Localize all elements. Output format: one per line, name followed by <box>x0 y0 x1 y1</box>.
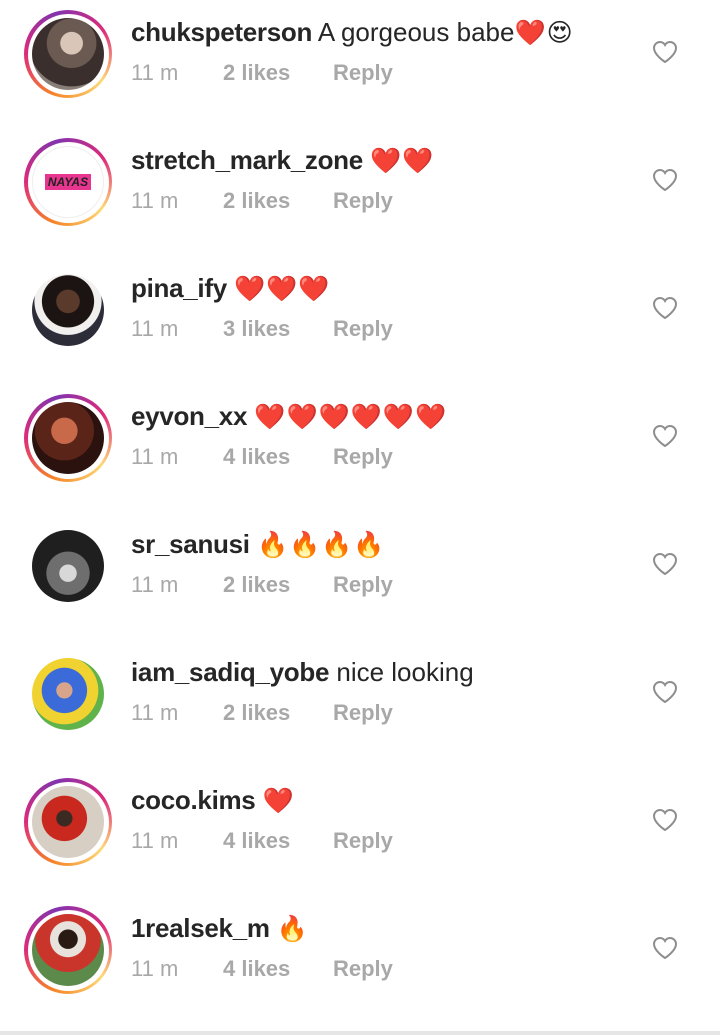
avatar[interactable]: NAYAS <box>32 146 104 218</box>
comment-likes[interactable]: 4 likes <box>223 828 333 854</box>
comment-item: iam_sadiq_yobe nice looking 11 m 2 likes… <box>0 640 720 768</box>
comment-time: 11 m <box>131 956 179 981</box>
comment-username[interactable]: eyvon_xx <box>131 401 247 431</box>
avatar[interactable] <box>32 274 104 346</box>
heart-outline-icon[interactable] <box>652 296 678 320</box>
heart-outline-icon[interactable] <box>652 424 678 448</box>
avatar[interactable] <box>32 18 104 90</box>
comment-likes[interactable]: 2 likes <box>223 188 333 214</box>
comment-emojis: 🔥 <box>276 915 310 943</box>
story-ring[interactable] <box>24 10 112 98</box>
comment-text: A gorgeous babe <box>317 17 515 47</box>
comment-text: nice looking <box>336 657 474 687</box>
comment-username[interactable]: 1realsek_m <box>131 913 270 943</box>
comment-time: 11 m <box>131 700 179 725</box>
comment-likes[interactable]: 3 likes <box>223 316 333 342</box>
avatar[interactable] <box>32 658 104 730</box>
heart-outline-icon[interactable] <box>652 808 678 832</box>
reply-button[interactable]: Reply <box>333 572 393 598</box>
comment-item: pina_ify ❤️❤️❤️ 11 m 3 likes Reply <box>0 256 720 384</box>
comment-item: 1realsek_m 🔥 11 m 4 likes Reply <box>0 896 720 1024</box>
reply-button[interactable]: Reply <box>333 956 393 982</box>
reply-button[interactable]: Reply <box>333 188 393 214</box>
comment-username[interactable]: stretch_mark_zone <box>131 145 363 175</box>
story-ring[interactable] <box>24 778 112 866</box>
heart-outline-icon[interactable] <box>652 168 678 192</box>
comment-time: 11 m <box>131 60 179 85</box>
heart-outline-icon[interactable] <box>652 552 678 576</box>
avatar[interactable] <box>32 530 104 602</box>
comment-likes[interactable]: 2 likes <box>223 60 333 86</box>
avatar[interactable] <box>32 786 104 858</box>
comment-item: chukspeterson A gorgeous babe❤️😍 11 m 2 … <box>0 0 720 128</box>
avatar[interactable] <box>32 402 104 474</box>
comment-list: chukspeterson A gorgeous babe❤️😍 11 m 2 … <box>0 0 720 1024</box>
comment-time: 11 m <box>131 828 179 853</box>
comment-emojis: ❤️❤️❤️❤️❤️❤️ <box>254 403 448 431</box>
comment-likes[interactable]: 2 likes <box>223 572 333 598</box>
comment-item: eyvon_xx ❤️❤️❤️❤️❤️❤️ 11 m 4 likes Reply <box>0 384 720 512</box>
story-ring[interactable] <box>24 906 112 994</box>
comment-time: 11 m <box>131 444 179 469</box>
comment-item: sr_sanusi 🔥🔥🔥🔥 11 m 2 likes Reply <box>0 512 720 640</box>
comment-username[interactable]: iam_sadiq_yobe <box>131 657 329 687</box>
comment-emojis: ❤️😍 <box>514 19 574 47</box>
heart-outline-icon[interactable] <box>652 680 678 704</box>
comment-time: 11 m <box>131 188 179 213</box>
bottom-divider <box>0 1031 720 1035</box>
avatar[interactable] <box>32 914 104 986</box>
comment-emojis: ❤️❤️❤️ <box>234 275 331 303</box>
comment-time: 11 m <box>131 316 179 341</box>
story-ring[interactable]: NAYAS <box>24 138 112 226</box>
comment-likes[interactable]: 4 likes <box>223 956 333 982</box>
reply-button[interactable]: Reply <box>333 444 393 470</box>
avatar-logo-text: NAYAS <box>44 174 92 190</box>
comment-likes[interactable]: 4 likes <box>223 444 333 470</box>
comment-time: 11 m <box>131 572 179 597</box>
comment-item: NAYAS stretch_mark_zone ❤️❤️ 11 m 2 like… <box>0 128 720 256</box>
heart-outline-icon[interactable] <box>652 936 678 960</box>
comment-username[interactable]: coco.kims <box>131 785 256 815</box>
reply-button[interactable]: Reply <box>333 700 393 726</box>
reply-button[interactable]: Reply <box>333 316 393 342</box>
heart-outline-icon[interactable] <box>652 40 678 64</box>
comment-emojis: ❤️ <box>262 787 295 815</box>
comment-emojis: ❤️❤️ <box>370 147 435 175</box>
comment-username[interactable]: sr_sanusi <box>131 529 250 559</box>
reply-button[interactable]: Reply <box>333 828 393 854</box>
comment-emojis: 🔥🔥🔥🔥 <box>256 531 386 559</box>
story-ring[interactable] <box>24 394 112 482</box>
comment-item: coco.kims ❤️ 11 m 4 likes Reply <box>0 768 720 896</box>
comment-username[interactable]: chukspeterson <box>131 17 312 47</box>
comment-username[interactable]: pina_ify <box>131 273 227 303</box>
comment-likes[interactable]: 2 likes <box>223 700 333 726</box>
reply-button[interactable]: Reply <box>333 60 393 86</box>
